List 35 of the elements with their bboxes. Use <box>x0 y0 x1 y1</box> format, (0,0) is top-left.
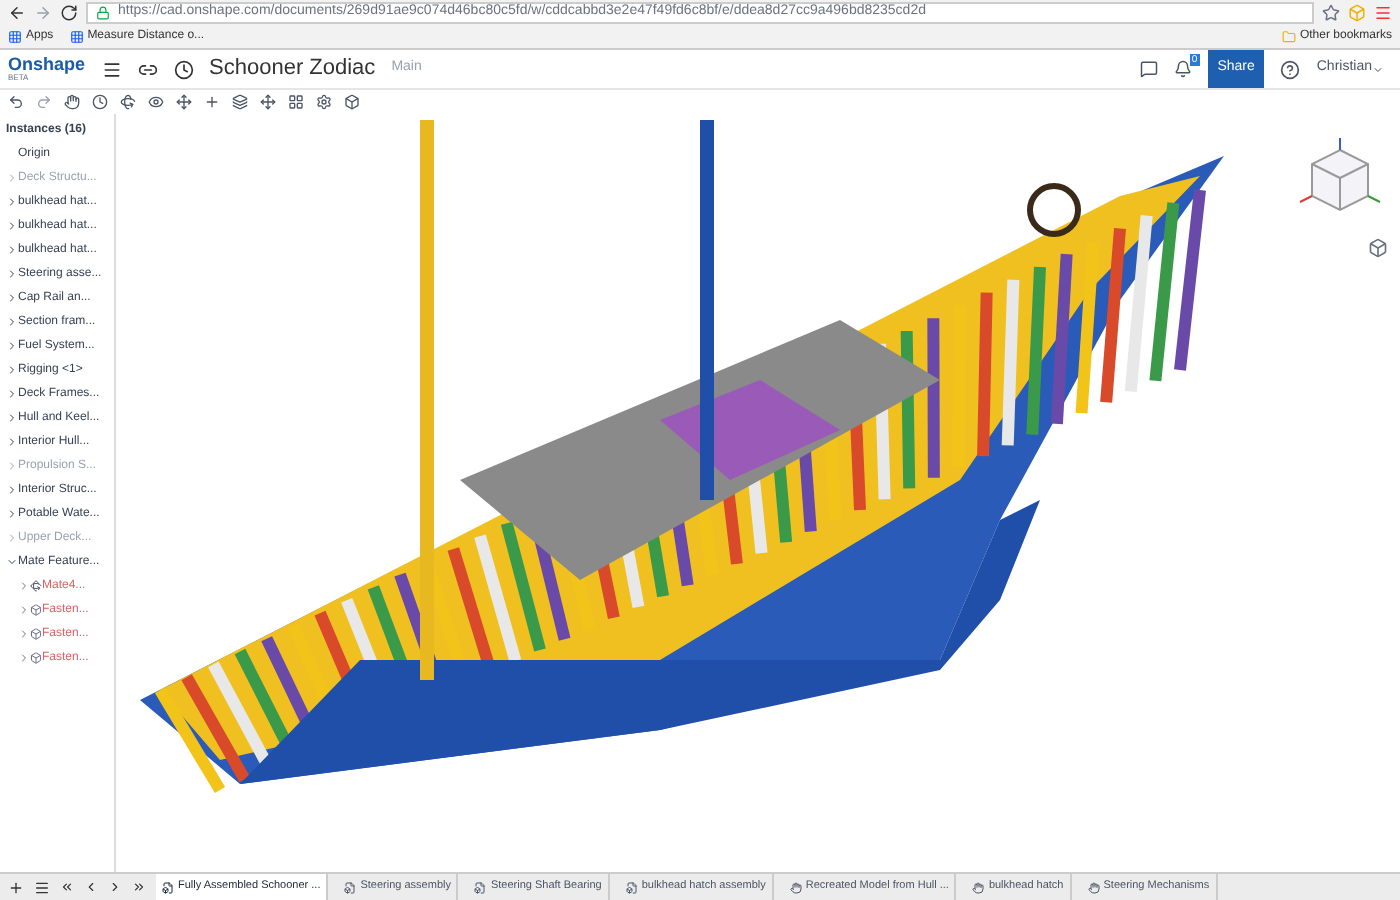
document-title: Schooner Zodiac <box>209 54 376 85</box>
undo-icon[interactable] <box>8 94 24 110</box>
folder-icon <box>1281 30 1296 44</box>
back-icon[interactable] <box>8 4 26 22</box>
tab-list-icon[interactable] <box>34 879 50 895</box>
plus-icon[interactable] <box>204 94 220 110</box>
help-icon[interactable] <box>1280 59 1301 79</box>
collapse-caret-icon <box>6 556 18 568</box>
settings-icon[interactable] <box>316 94 332 110</box>
prev-tab-icon[interactable] <box>84 880 98 894</box>
move-icon[interactable] <box>176 94 192 110</box>
hand-icon[interactable] <box>64 94 80 110</box>
move-icon[interactable] <box>260 94 276 110</box>
cube-icon[interactable] <box>1368 238 1388 258</box>
clock-icon[interactable] <box>92 94 108 110</box>
bookmark-star-icon[interactable] <box>1322 4 1340 22</box>
layers-icon[interactable] <box>232 94 248 110</box>
comment-icon[interactable] <box>1139 60 1158 78</box>
first-tab-icon[interactable] <box>60 880 74 894</box>
history-icon[interactable] <box>173 59 194 79</box>
grid-icon[interactable] <box>288 94 304 110</box>
caret-icon <box>1372 63 1384 75</box>
bookmark-icon <box>8 30 22 44</box>
last-tab-icon[interactable] <box>132 880 146 894</box>
box-icon[interactable] <box>344 94 360 110</box>
notification-icon[interactable] <box>1173 60 1192 78</box>
next-tab-icon[interactable] <box>108 880 122 894</box>
reload-icon[interactable] <box>60 4 78 22</box>
view-icon[interactable] <box>148 94 164 110</box>
lock-icon <box>96 6 110 20</box>
onshape-logo[interactable]: Onshape <box>8 56 86 74</box>
bookmark-icon <box>69 30 84 44</box>
rotate-icon[interactable] <box>120 94 136 110</box>
menu-icon[interactable] <box>101 59 122 79</box>
add-tab-icon[interactable] <box>8 879 24 895</box>
